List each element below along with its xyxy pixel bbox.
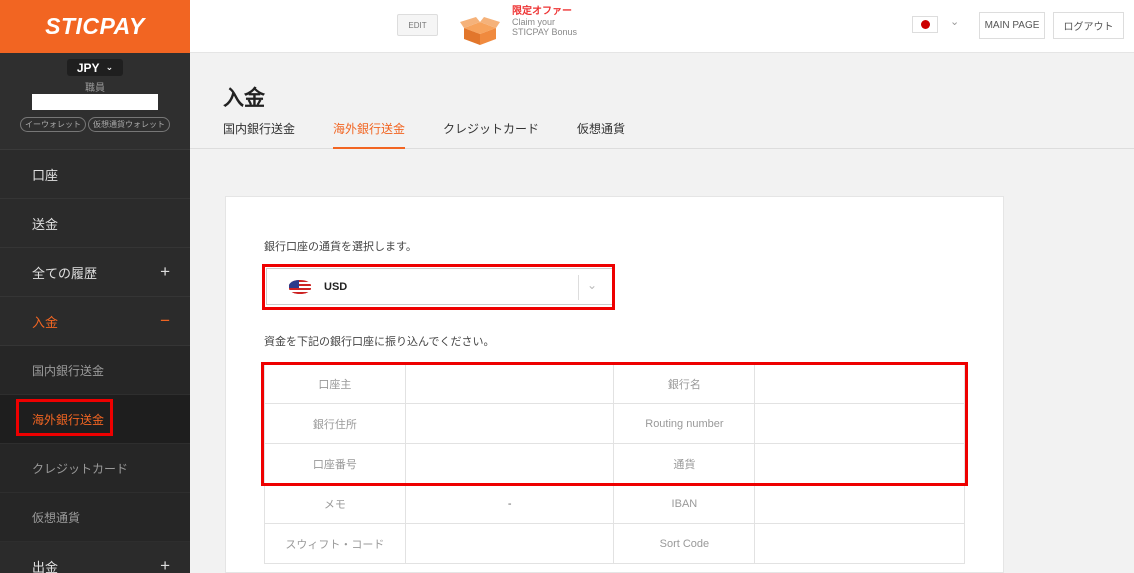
- sticpay-logo[interactable]: STICPAY: [0, 0, 190, 53]
- tab-credit-card[interactable]: クレジットカード: [443, 120, 539, 149]
- table-value: -: [404, 483, 615, 524]
- sidebar-item-label: 口座: [32, 167, 59, 183]
- japan-flag-icon[interactable]: [912, 16, 938, 33]
- edit-button[interactable]: EDIT: [397, 14, 438, 36]
- page-header: 入金 国内銀行送金 海外銀行送金 クレジットカード 仮想通貨: [190, 53, 1134, 149]
- table-key: IBAN: [613, 483, 756, 524]
- sidebar-item-label: 送金: [32, 216, 59, 232]
- deposit-tabs: 国内銀行送金 海外銀行送金 クレジットカード 仮想通貨: [223, 120, 663, 149]
- top-bar: EDIT 限定オファー Claim your STICPAY Bonus ⌄ M…: [190, 0, 1134, 53]
- promo-line1: Claim your: [512, 17, 556, 27]
- table-value: [754, 523, 965, 564]
- sidebar-sub-domestic-bank[interactable]: 国内銀行送金: [0, 346, 190, 395]
- table-key: スウィフト・コード: [264, 523, 406, 564]
- sidebar-item-history[interactable]: 全ての履歴 +: [0, 248, 190, 297]
- tab-overseas-bank[interactable]: 海外銀行送金: [333, 120, 406, 149]
- sidebar-sub-overseas-bank[interactable]: 海外銀行送金: [0, 395, 190, 444]
- sidebar-item-label: 入金: [32, 314, 59, 330]
- logout-button[interactable]: ログアウト: [1053, 12, 1124, 39]
- minus-icon: −: [160, 311, 170, 330]
- e-wallet-pill[interactable]: イーウォレット: [20, 117, 86, 132]
- table-row: スウィフト・コード Sort Code: [264, 523, 965, 564]
- currency-select-label: 銀行口座の通貨を選択します。: [264, 241, 417, 253]
- user-name: 職員: [85, 83, 105, 94]
- sidebar-item-label: 全ての履歴: [32, 265, 98, 281]
- promo-title: 限定オファー: [512, 6, 572, 17]
- sidebar-item-account[interactable]: 口座: [0, 150, 190, 199]
- chevron-down-icon: ⌄: [105, 62, 114, 72]
- currency-dropdown[interactable]: JPY ⌄: [66, 59, 124, 76]
- sidebar-item-withdraw[interactable]: 出金 +: [0, 542, 190, 573]
- main-page-button[interactable]: MAIN PAGE: [979, 12, 1045, 39]
- sidebar-sub-label: 仮想通貨: [32, 510, 81, 525]
- table-key: メモ: [264, 483, 406, 524]
- table-value: [754, 483, 965, 524]
- logo-text: STICPAY: [45, 13, 145, 39]
- plus-icon: +: [160, 262, 170, 281]
- promo-line2: STICPAY Bonus: [512, 27, 578, 37]
- redacted-field: [32, 94, 158, 110]
- sidebar-item-transfer[interactable]: 送金: [0, 199, 190, 248]
- page-title: 入金: [223, 87, 265, 110]
- sidebar-sub-label: クレジットカード: [32, 461, 129, 476]
- sidebar-item-label: 出金: [32, 559, 59, 573]
- tab-crypto[interactable]: 仮想通貨: [577, 120, 625, 149]
- highlight-box: [16, 399, 113, 436]
- gift-box-icon[interactable]: [460, 14, 500, 46]
- table-row: メモ - IBAN: [264, 483, 965, 524]
- highlight-box: [261, 362, 968, 486]
- highlight-box: [262, 264, 615, 310]
- table-key: Sort Code: [613, 523, 756, 564]
- sidebar-item-deposit[interactable]: 入金 −: [0, 297, 190, 346]
- user-panel: JPY ⌄ 職員 イーウォレット 仮想通貨ウォレット: [0, 53, 190, 150]
- chevron-down-icon[interactable]: ⌄: [950, 15, 959, 28]
- table-value: [404, 523, 615, 564]
- sidebar-sub-crypto[interactable]: 仮想通貨: [0, 493, 190, 542]
- sidebar: STICPAY JPY ⌄ 職員 イーウォレット 仮想通貨ウォレット 口座 送金…: [0, 0, 190, 573]
- sidebar-sub-label: 国内銀行送金: [32, 363, 105, 378]
- sidebar-sub-credit-card[interactable]: クレジットカード: [0, 444, 190, 493]
- plus-icon: +: [160, 556, 170, 573]
- tab-domestic-bank[interactable]: 国内銀行送金: [223, 120, 295, 149]
- promo-banner[interactable]: 限定オファー Claim your STICPAY Bonus: [512, 6, 578, 38]
- wallet-pills: イーウォレット 仮想通貨ウォレット: [20, 117, 170, 132]
- instruction-text: 資金を下記の銀行口座に振り込んでください。: [264, 336, 495, 348]
- currency-value: JPY: [76, 60, 100, 75]
- crypto-wallet-pill[interactable]: 仮想通貨ウォレット: [88, 117, 170, 132]
